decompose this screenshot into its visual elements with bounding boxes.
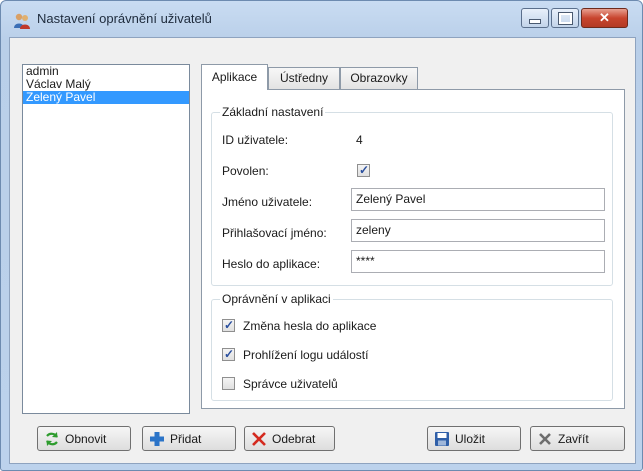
perm-user-admin-checkbox[interactable]: [222, 377, 235, 390]
close-icon: ✕: [599, 10, 610, 25]
group-title: Základní nastavení: [220, 105, 326, 119]
minimize-button[interactable]: [521, 8, 549, 28]
close-window-button[interactable]: ✕: [581, 8, 628, 28]
perm-change-password-label[interactable]: Změna hesla do aplikace: [243, 319, 376, 333]
title-bar[interactable]: Nastavení oprávnění uživatelů ✕: [1, 1, 642, 37]
name-label: Jméno uživatele:: [222, 195, 313, 209]
remove-label: Odebrat: [272, 431, 316, 446]
refresh-button[interactable]: Obnovit: [37, 426, 131, 451]
check-icon: ✓: [359, 163, 370, 177]
plus-icon: [150, 431, 164, 446]
remove-icon: [252, 431, 266, 446]
add-button[interactable]: Přidat: [142, 426, 236, 451]
password-field[interactable]: ****: [351, 250, 605, 273]
add-label: Přidat: [170, 431, 202, 446]
group-title: Oprávnění v aplikaci: [220, 292, 333, 306]
refresh-icon: [46, 431, 58, 446]
save-button[interactable]: Uložit: [427, 426, 521, 451]
id-value: 4: [356, 133, 363, 147]
login-label: Přihlašovací jméno:: [222, 226, 327, 240]
maximize-button[interactable]: [551, 8, 579, 28]
password-label: Heslo do aplikace:: [222, 257, 321, 271]
perm-view-log-label[interactable]: Prohlížení logu událostí: [243, 348, 368, 362]
list-item-selected[interactable]: Zelený Pavel: [23, 91, 189, 104]
enabled-label: Povolen:: [222, 164, 269, 178]
close-icon: [539, 432, 551, 445]
check-icon: ✓: [224, 318, 235, 332]
save-icon: [435, 431, 449, 446]
maximize-icon: [552, 9, 578, 27]
close-button[interactable]: Zavřít: [530, 426, 625, 451]
perm-change-password-checkbox[interactable]: ✓: [222, 318, 235, 332]
id-label: ID uživatele:: [222, 133, 289, 147]
remove-button[interactable]: Odebrat: [244, 426, 335, 451]
enabled-checkbox[interactable]: ✓: [357, 163, 370, 177]
window-title: Nastavení oprávnění uživatelů: [37, 11, 212, 26]
perm-view-log-checkbox[interactable]: ✓: [222, 347, 235, 361]
refresh-label: Obnovit: [65, 431, 107, 446]
minimize-icon: [522, 9, 548, 27]
tab-aplikace[interactable]: Aplikace: [201, 64, 268, 90]
check-icon: ✓: [224, 347, 235, 361]
tab-ustredny[interactable]: Ústředny: [268, 67, 340, 89]
name-field[interactable]: Zelený Pavel: [351, 188, 605, 211]
users-icon: [14, 13, 30, 29]
login-field[interactable]: zeleny: [351, 219, 605, 242]
save-label: Uložit: [455, 431, 486, 446]
user-list[interactable]: admin Václav Malý Zelený Pavel: [22, 64, 190, 414]
tab-obrazovky[interactable]: Obrazovky: [340, 67, 418, 89]
close-label: Zavřít: [558, 431, 589, 446]
perm-user-admin-label[interactable]: Správce uživatelů: [243, 377, 338, 391]
